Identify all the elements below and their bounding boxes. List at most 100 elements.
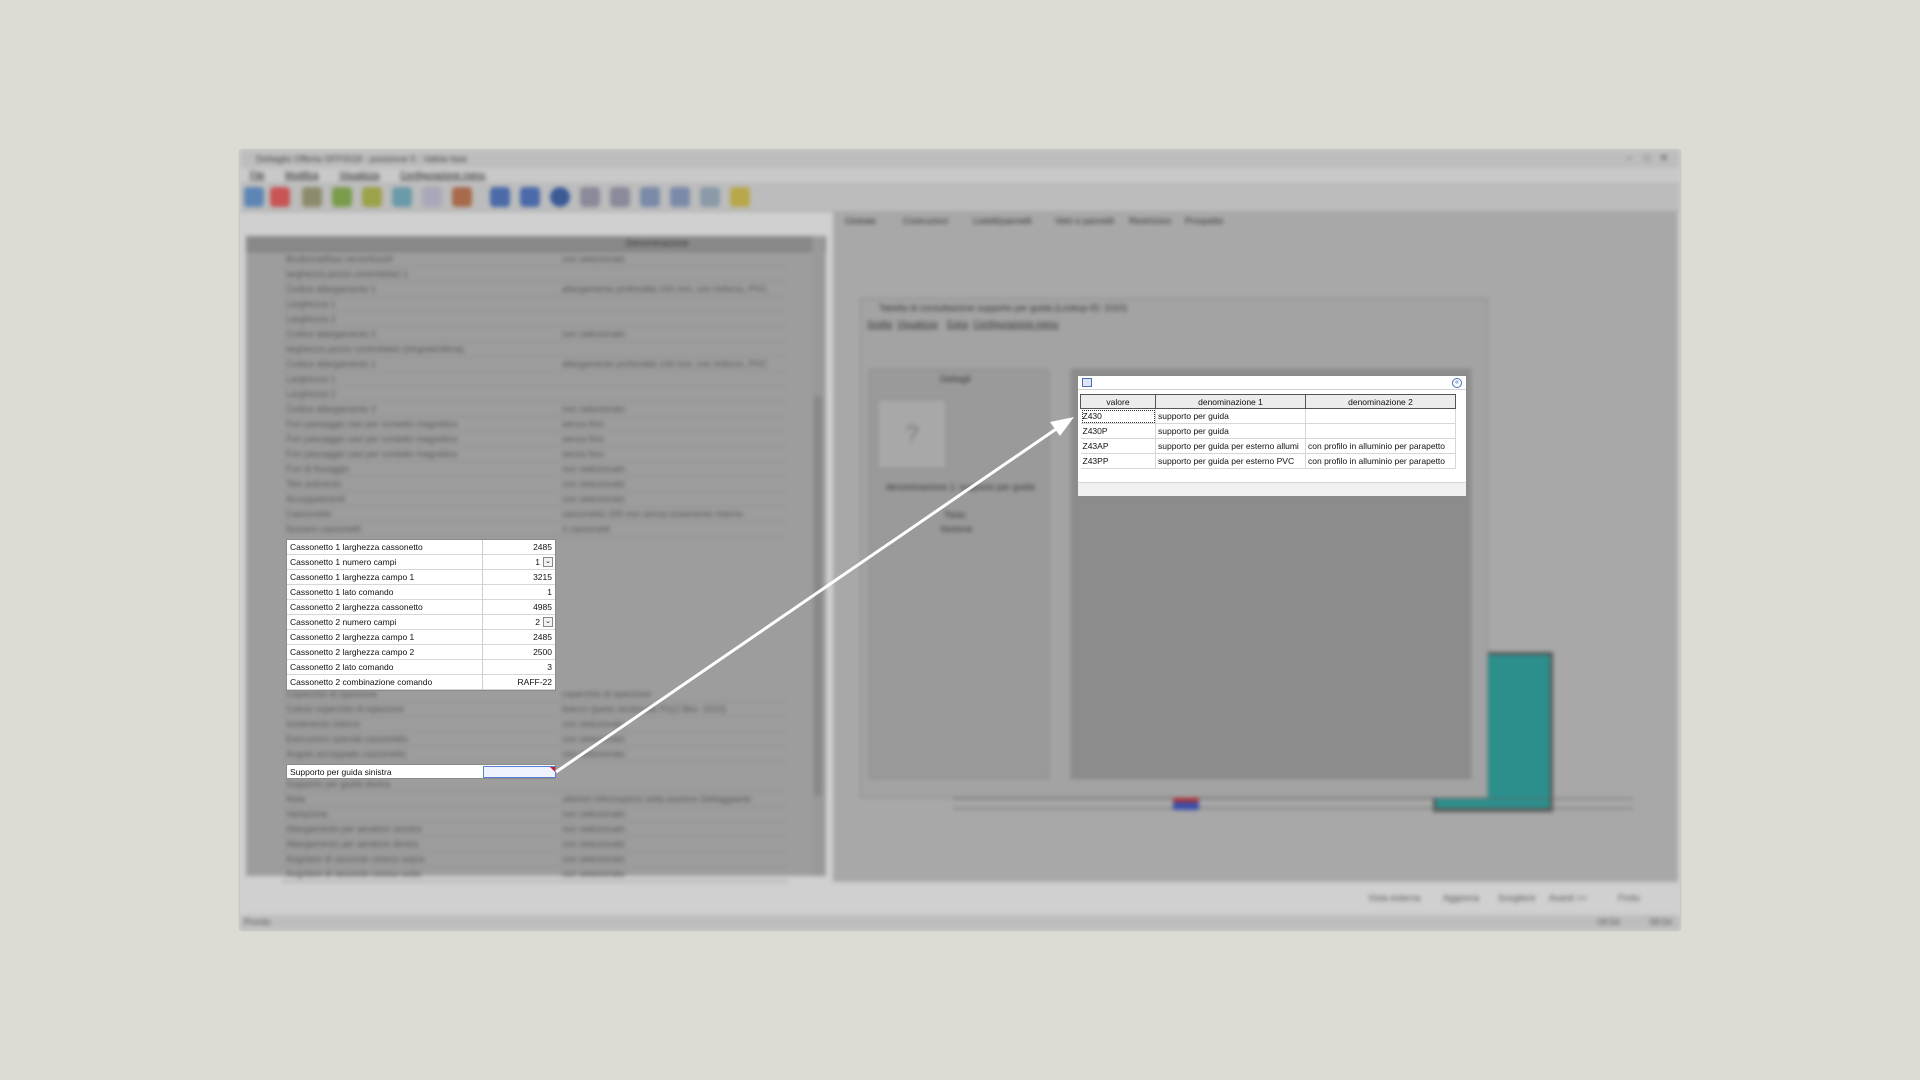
prev-icon[interactable]: [520, 187, 540, 207]
minimize-button[interactable]: –: [1626, 153, 1632, 164]
collapse-icon[interactable]: «: [1452, 378, 1462, 388]
tool-icon[interactable]: [302, 187, 322, 207]
menu-visualizza[interactable]: Visualizza: [339, 170, 379, 180]
lookup-cell-denominazione-1[interactable]: supporto per guida: [1155, 408, 1306, 424]
property-row[interactable]: Angolo accoppiato cassonetto non selezion…: [282, 747, 788, 762]
property-row[interactable]: Accoppiamenti non selezionato: [282, 492, 788, 507]
cassonetto-row-value[interactable]: 1: [535, 557, 540, 567]
cassonetto-row-value[interactable]: 2485: [533, 632, 552, 642]
last-icon[interactable]: [610, 187, 630, 207]
tab-restrizioni[interactable]: Restrizioni: [1129, 216, 1171, 226]
property-row[interactable]: Larghezza 1: [282, 372, 788, 387]
support-row-value-cell[interactable]: [483, 766, 556, 778]
dialog-menu-extra[interactable]: Extra: [947, 319, 968, 329]
tab-listelli[interactable]: Listelli/pannelli: [973, 216, 1032, 226]
lookup-cell-valore[interactable]: Z430P: [1080, 423, 1156, 439]
pin-icon[interactable]: [730, 187, 750, 207]
maximize-button[interactable]: □: [1644, 153, 1650, 164]
scrollbar[interactable]: [812, 236, 824, 876]
lookup-row[interactable]: Z43AP supporto per guida per esterno allu…: [1080, 438, 1456, 454]
tab-vetri[interactable]: Vetri e pannelli: [1055, 216, 1114, 226]
cassonetto-row-value[interactable]: 4985: [533, 602, 552, 612]
menu-file[interactable]: File: [250, 170, 265, 180]
circle-red-icon[interactable]: [270, 187, 290, 207]
property-row[interactable]: Cassonetto cassonetto 205 mm senza isolam…: [282, 507, 788, 522]
dialog-menu-scelta[interactable]: Scelta: [867, 319, 892, 329]
cassonetto-row[interactable]: Cassonetto 2 larghezza campo 1 2485: [287, 630, 555, 645]
lookup-cell-denominazione-1[interactable]: supporto per guida per esterno allumi: [1155, 438, 1306, 454]
lookup-cell-valore[interactable]: Z43PP: [1080, 453, 1156, 469]
tool-icon[interactable]: [392, 187, 412, 207]
property-row[interactable]: Telo antivento non selezionato: [282, 477, 788, 492]
grid-icon[interactable]: [700, 187, 720, 207]
grid-icon[interactable]: [640, 187, 660, 207]
property-row[interactable]: Bruttomaßbau verschlussfr non selezionato: [282, 252, 788, 267]
menu-configurazione[interactable]: Configurazione menu: [400, 170, 486, 180]
property-row[interactable]: Esecuzioni speciali cassonetto non selezi…: [282, 732, 788, 747]
tool-icon[interactable]: [452, 187, 472, 207]
circle-blue-icon[interactable]: [244, 187, 264, 207]
property-row[interactable]: Variazione non selezionato: [282, 807, 788, 822]
property-row[interactable]: Larghezza 1: [282, 297, 788, 312]
lookup-cell-denominazione-1[interactable]: supporto per guida: [1155, 423, 1306, 439]
details-item-sezione[interactable]: Sezione: [940, 524, 973, 534]
property-row[interactable]: Angolare di raccordo cinisco sopra non se…: [282, 852, 788, 867]
grid-icon[interactable]: [670, 187, 690, 207]
lookup-cell-denominazione-2[interactable]: [1305, 408, 1456, 424]
tab-costruzioni[interactable]: Costruzioni: [903, 216, 948, 226]
dialog-menu-visualizza[interactable]: Visualizza: [897, 319, 937, 329]
property-row[interactable]: Nota ulteriori informazioni nella sezione…: [282, 792, 788, 807]
property-row[interactable]: Allargamento per aeratore destra non sele…: [282, 837, 788, 852]
scrollbar-thumb[interactable]: [814, 396, 822, 796]
lookup-row[interactable]: Z43PP supporto per guida per esterno PVC c…: [1080, 453, 1456, 469]
aggiorna-button[interactable]: Aggiorna: [1443, 893, 1479, 903]
scegliere-button[interactable]: Scegliere: [1498, 893, 1536, 903]
vista-esterna-button[interactable]: Vista esterna: [1368, 893, 1420, 903]
menu-modifica[interactable]: Modifica: [285, 170, 319, 180]
cassonetto-row-value[interactable]: RAFF-22: [518, 677, 552, 687]
property-row[interactable]: Larghezza 2: [282, 312, 788, 327]
cassonetto-row[interactable]: Cassonetto 2 numero campi 2 ⌄: [287, 615, 555, 630]
cassonetto-row-value[interactable]: 2485: [533, 542, 552, 552]
column-denominazione-2[interactable]: denominazione 2: [1305, 394, 1456, 409]
property-row[interactable]: Numero cassonetti 2 cassonetti: [282, 522, 788, 537]
property-row[interactable]: Fori passaggio cavi per contatto magneti…: [282, 432, 788, 447]
tab-globale[interactable]: Globale: [845, 216, 876, 226]
property-row[interactable]: Fori passaggio cavi per contatto magneti…: [282, 417, 788, 432]
property-row[interactable]: Colore coperchio di ispezione bianco (par…: [282, 702, 788, 717]
property-row[interactable]: Fori passaggio cavi per contatto magneti…: [282, 447, 788, 462]
tool-icon[interactable]: [332, 187, 352, 207]
property-row[interactable]: Codice allargamento 2 non selezionato: [282, 327, 788, 342]
tool-icon[interactable]: [422, 187, 442, 207]
chevron-down-icon[interactable]: ⌄: [543, 617, 553, 627]
cassonetto-row-value[interactable]: 1: [547, 587, 552, 597]
cassonetto-row-value[interactable]: 3: [547, 662, 552, 672]
lookup-cell-denominazione-2[interactable]: [1305, 423, 1456, 439]
column-valore[interactable]: valore: [1080, 394, 1156, 409]
first-icon[interactable]: [490, 187, 510, 207]
property-row[interactable]: larghezza pezzo controtelaio (singola/ul…: [282, 342, 788, 357]
lookup-cell-valore[interactable]: Z430: [1080, 408, 1156, 424]
lookup-cell-denominazione-2[interactable]: con profilo in alluminio per parapetto: [1305, 438, 1456, 454]
cassonetto-row[interactable]: Cassonetto 1 lato comando 1: [287, 585, 555, 600]
chevron-down-icon[interactable]: ⌄: [543, 557, 553, 567]
lookup-cell-denominazione-2[interactable]: con profilo in alluminio per parapetto: [1305, 453, 1456, 469]
property-row[interactable]: larghezza pezzo controtelaio 1: [282, 267, 788, 282]
lookup-cell-denominazione-1[interactable]: supporto per guida per esterno PVC: [1155, 453, 1306, 469]
property-row[interactable]: Isolamento interno non selezionato: [282, 717, 788, 732]
lookup-row[interactable]: Z430P supporto per guida: [1080, 423, 1456, 439]
property-row[interactable]: Fori di fissaggio non selezionato: [282, 462, 788, 477]
column-denominazione-1[interactable]: denominazione 1: [1155, 394, 1306, 409]
cassonetto-row[interactable]: Cassonetto 1 larghezza cassonetto 2485: [287, 540, 555, 555]
close-button[interactable]: ✕: [1660, 153, 1668, 164]
property-row[interactable]: Codice allargamento 1 allargamento profon…: [282, 282, 788, 297]
tab-prospetto[interactable]: Prospetto: [1185, 216, 1224, 226]
cassonetto-row-value[interactable]: 3215: [533, 572, 552, 582]
dot-icon[interactable]: [550, 187, 570, 207]
avanti-button[interactable]: Avanti >>: [1549, 893, 1587, 903]
cassonetto-row[interactable]: Cassonetto 2 larghezza cassonetto 4985: [287, 600, 555, 615]
cassonetto-row[interactable]: Cassonetto 1 larghezza campo 1 3215: [287, 570, 555, 585]
property-row[interactable]: Codice allargamento 2 non selezionato: [282, 402, 788, 417]
property-row[interactable]: Larghezza 2: [282, 387, 788, 402]
cassonetto-row[interactable]: Cassonetto 2 lato comando 3: [287, 660, 555, 675]
